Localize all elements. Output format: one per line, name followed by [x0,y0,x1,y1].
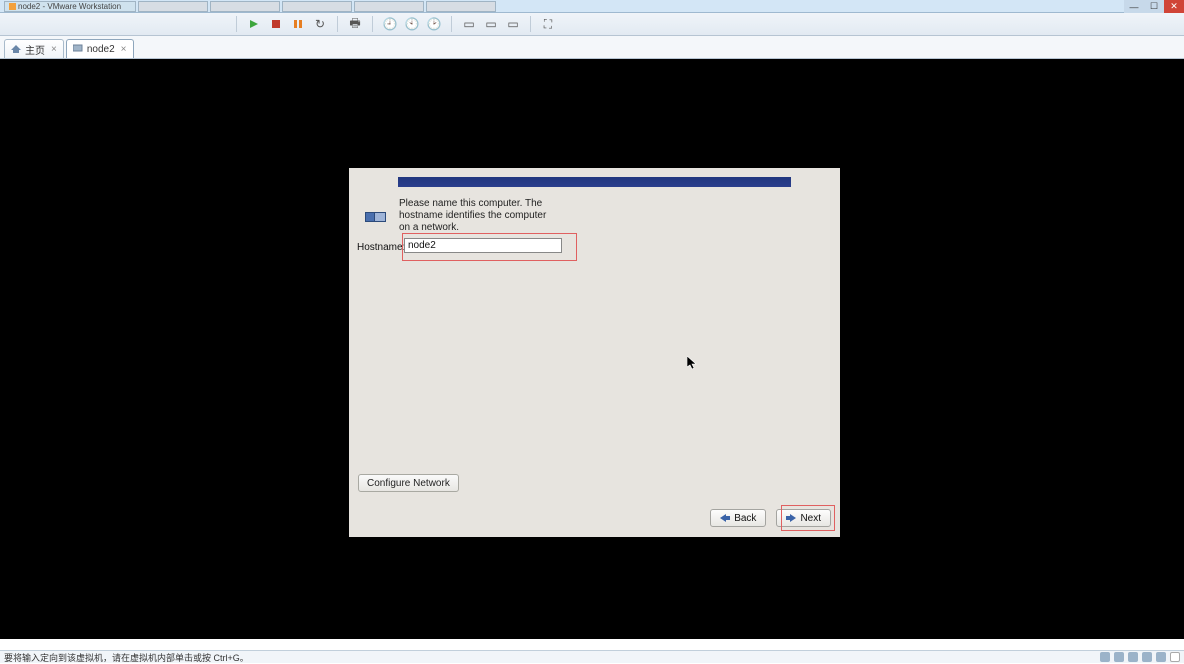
separator [451,16,452,32]
toolbar-row: ↻ 🖶 🕘 🕙 🕑 ▭ ▭ ▭ ⛶ [0,13,1184,36]
mouse-cursor [687,356,697,370]
vm-icon [73,44,83,55]
pause-button[interactable] [290,16,306,32]
status-hint: 要将输入定向到该虚拟机，请在虚拟机内部单击或按 Ctrl+G。 [4,651,249,664]
installer-banner [398,177,791,187]
hostname-label: Hostname: [357,242,405,253]
home-icon [11,45,21,53]
reset-button[interactable]: ↻ [312,16,328,32]
separator [530,16,531,32]
power-on-button[interactable] [246,16,262,32]
configure-network-button[interactable]: Configure Network [358,474,459,492]
back-button[interactable]: Back [710,509,766,527]
next-button-label: Next [800,513,821,524]
arrow-right-icon [786,514,796,522]
separator [236,16,237,32]
document-tab-row: 主页 × node2 × [0,36,1184,59]
view-console-icon[interactable]: ▭ [461,16,477,32]
hostname-input[interactable] [404,238,562,253]
status-tray [1100,652,1180,662]
snapshot-revert-icon[interactable]: 🕙 [404,16,420,32]
close-icon[interactable]: × [51,44,57,55]
tray-icon[interactable] [1170,652,1180,662]
status-bar: 要将输入定向到该虚拟机，请在虚拟机内部单击或按 Ctrl+G。 [0,650,1184,663]
installer-dialog: Please name this computer. The hostname … [349,168,840,537]
fullscreen-button[interactable]: ⛶ [540,16,556,32]
tray-icon[interactable] [1100,652,1110,662]
tray-icon[interactable] [1156,652,1166,662]
next-button[interactable]: Next [776,509,831,527]
separator [372,16,373,32]
computer-icon [365,208,389,228]
tab-home-label: 主页 [25,42,45,57]
nav-buttons: Back Next [710,509,831,527]
close-icon[interactable]: × [121,44,127,55]
separator [337,16,338,32]
view-unity-icon[interactable]: ▭ [505,16,521,32]
installer-message: Please name this computer. The hostname … [399,198,559,234]
vm-console[interactable]: Please name this computer. The hostname … [0,59,1184,639]
tray-icon[interactable] [1128,652,1138,662]
snapshot-manage-icon[interactable]: 🕑 [426,16,442,32]
snapshot-take-icon[interactable]: 🕘 [382,16,398,32]
back-button-label: Back [734,513,756,524]
view-multimon-icon[interactable]: ▭ [483,16,499,32]
tray-icon[interactable] [1114,652,1124,662]
tab-node2-label: node2 [87,44,115,55]
tray-icon[interactable] [1142,652,1152,662]
tab-node2[interactable]: node2 × [66,39,134,58]
tab-home[interactable]: 主页 × [4,39,64,58]
arrow-left-icon [720,514,730,522]
snapshot-button[interactable]: 🖶 [347,16,363,32]
power-off-button[interactable] [268,16,284,32]
